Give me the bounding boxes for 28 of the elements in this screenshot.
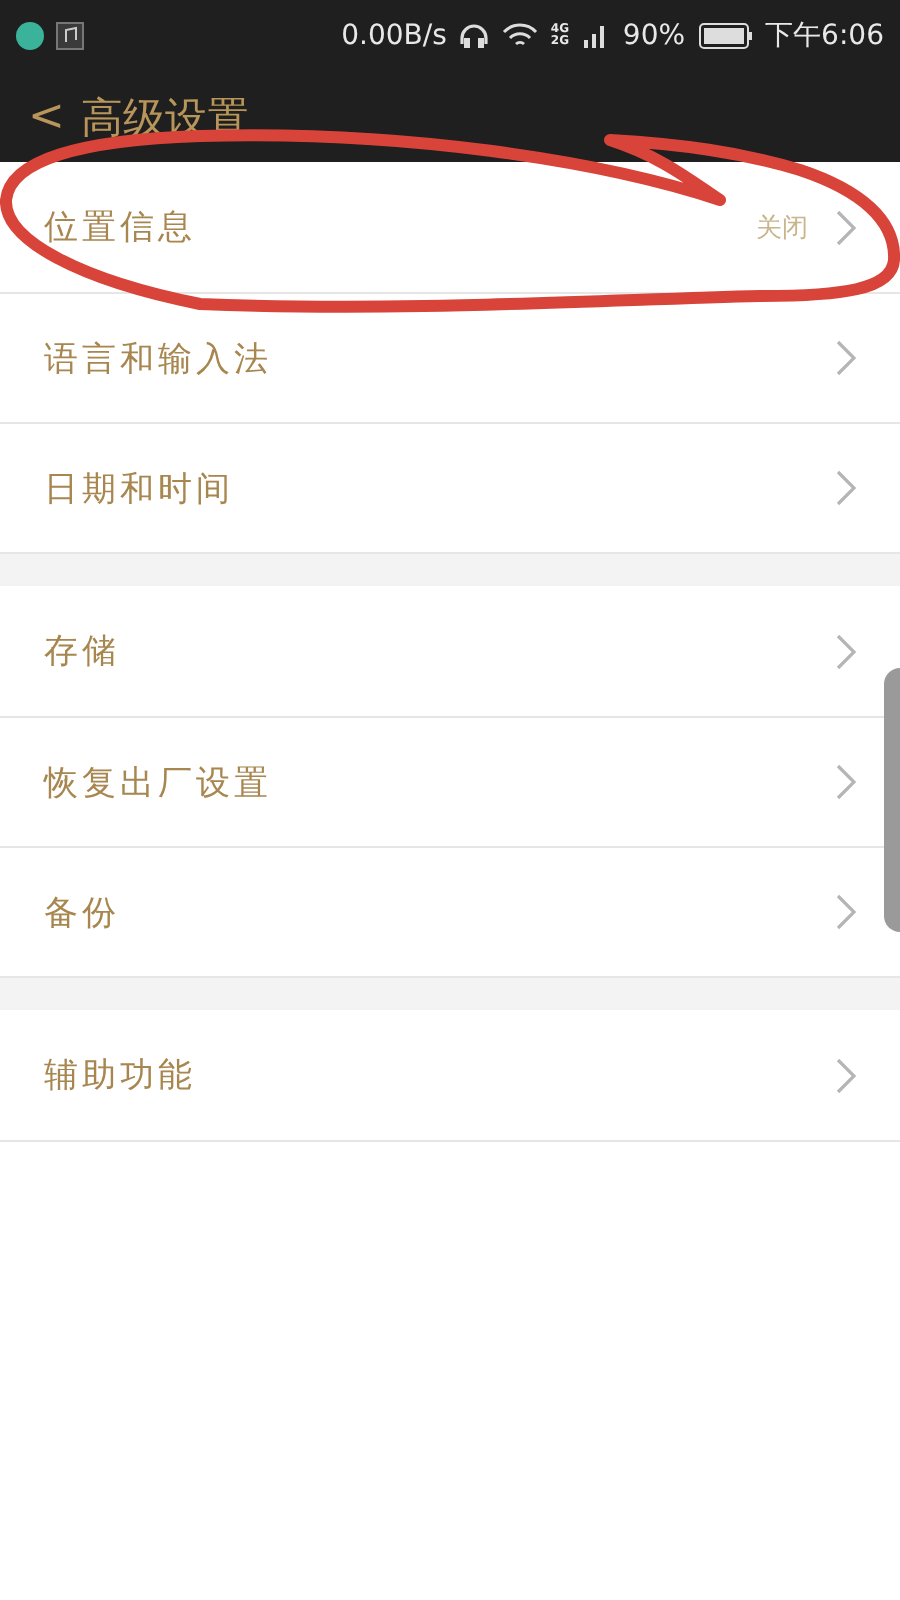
chevron-icon: [836, 894, 856, 930]
settings-row[interactable]: 语言和输入法: [0, 292, 900, 422]
chevron-icon: [836, 209, 856, 245]
row-label: 语言和输入法: [44, 337, 274, 381]
settings-row[interactable]: 日期和时间: [0, 422, 900, 552]
row-label: 备份: [44, 891, 122, 935]
row-value: 关闭: [756, 211, 808, 245]
chevron-icon: [836, 1057, 856, 1093]
chevron-icon: [836, 340, 856, 376]
back-button[interactable]: <: [28, 92, 65, 142]
clock: 下午6:06: [765, 18, 884, 54]
row-label: 日期和时间: [44, 467, 236, 511]
wifi-icon: [502, 22, 539, 50]
row-label: 恢复出厂设置: [44, 761, 274, 805]
edge-menu[interactable]: [884, 668, 900, 932]
settings-row[interactable]: 辅助功能: [0, 1010, 900, 1140]
chevron-icon: [836, 470, 856, 506]
chevron-icon: [836, 764, 856, 800]
settings-row[interactable]: 存储: [0, 586, 900, 716]
settings-row[interactable]: 位置信息 关闭: [0, 162, 900, 292]
network-speed: 0.00B/s: [341, 20, 447, 52]
battery-percent: 90%: [622, 20, 686, 52]
row-label: 位置信息: [44, 206, 198, 250]
chevron-icon: [836, 633, 856, 669]
row-label: 存储: [44, 630, 122, 674]
battery-icon: [697, 22, 754, 50]
headphones-icon: [458, 22, 491, 50]
row-label: 辅助功能: [44, 1054, 198, 1098]
